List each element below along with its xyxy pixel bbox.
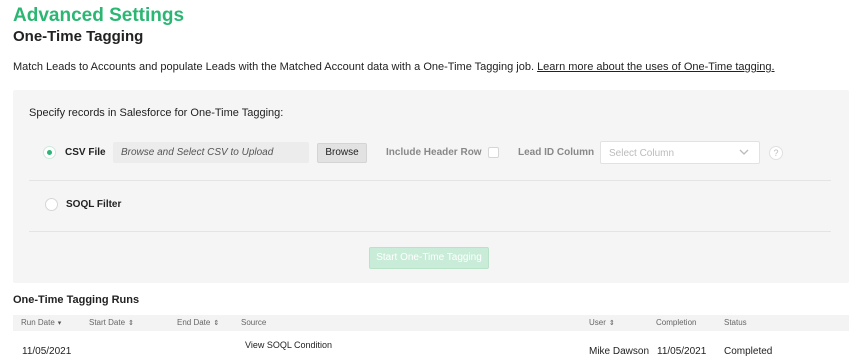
divider	[29, 231, 831, 232]
column-header-run-date[interactable]: Run Date ▾	[21, 318, 61, 327]
soql-filter-radio[interactable]	[45, 198, 58, 211]
column-header-status: Status	[724, 318, 747, 327]
start-tagging-button[interactable]: Start One-Time Tagging	[369, 247, 489, 269]
csv-file-label: CSV File	[65, 147, 106, 158]
runs-title: One-Time Tagging Runs	[13, 294, 140, 306]
page-subtitle: One-Time Tagging	[13, 28, 144, 45]
csv-file-input[interactable]: Browse and Select CSV to Upload	[113, 142, 309, 163]
include-header-row-checkbox[interactable]	[488, 147, 499, 158]
chevron-down-icon	[739, 149, 749, 155]
column-header-user[interactable]: User ⇕	[589, 318, 615, 327]
column-header-end-date[interactable]: End Date ⇕	[177, 318, 219, 327]
soql-filter-label: SOQL Filter	[66, 199, 122, 210]
lead-id-column-label: Lead ID Column	[518, 147, 595, 158]
column-header-source: Source	[241, 318, 267, 327]
description-text: Match Leads to Accounts and populate Lea…	[13, 61, 534, 73]
include-header-row-label: Include Header Row	[386, 147, 482, 158]
select-placeholder: Select Column	[609, 148, 675, 159]
page-description: Match Leads to Accounts and populate Lea…	[13, 61, 775, 73]
column-header-start-date[interactable]: Start Date ⇕	[89, 318, 134, 327]
view-soql-condition-link[interactable]: View SOQL Condition	[245, 340, 332, 350]
sort-icon: ⇕	[608, 320, 615, 327]
column-header-completion: Completion	[656, 318, 697, 327]
cell-status: Completed	[724, 346, 773, 357]
page-title: Advanced Settings	[13, 5, 185, 26]
records-panel: Specify records in Salesforce for One-Ti…	[13, 90, 849, 283]
cell-user: Mike Dawson	[589, 346, 650, 357]
sort-icon: ⇕	[128, 320, 134, 327]
lead-id-column-select[interactable]: Select Column	[600, 141, 760, 164]
help-icon[interactable]: ?	[769, 146, 783, 160]
browse-button[interactable]: Browse	[317, 143, 367, 163]
sort-icon: ⇕	[213, 320, 220, 327]
cell-run-date: 11/05/2021	[22, 346, 72, 357]
runs-table-header: Run Date ▾ Start Date ⇕ End Date ⇕ Source U…	[13, 315, 849, 331]
caret-down-icon: ▾	[57, 320, 62, 327]
learn-more-link[interactable]: Learn more about the uses of One-Time ta…	[537, 61, 774, 73]
panel-title: Specify records in Salesforce for One-Ti…	[29, 107, 284, 119]
csv-file-radio[interactable]	[43, 146, 56, 159]
cell-completion: 11/05/2021	[657, 346, 707, 357]
divider	[29, 180, 831, 181]
